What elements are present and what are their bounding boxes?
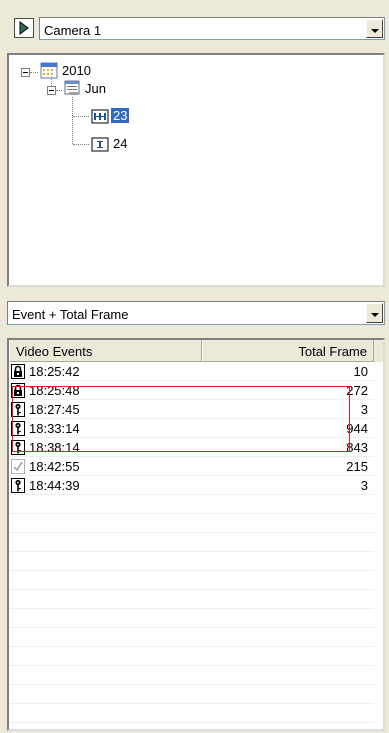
event-total-frame: 215: [346, 459, 368, 474]
calendar-year-icon: [40, 62, 58, 79]
event-time: 18:42:55: [29, 459, 80, 474]
year-collapse-toggle[interactable]: [21, 68, 30, 77]
event-time: 18:44:39: [29, 478, 80, 493]
events-list-header: Video Events Total Frame: [9, 340, 383, 362]
day-icon: [91, 109, 109, 124]
highlight-box: [12, 386, 350, 452]
play-icon: [16, 20, 32, 36]
table-row[interactable]: 18:44:39 3: [9, 476, 374, 495]
tree-node-year[interactable]: 2010: [60, 63, 93, 78]
checkmark-icon: [11, 459, 25, 474]
event-total-frame: 10: [353, 364, 368, 379]
camera-select[interactable]: Camera 1: [39, 17, 385, 40]
view-mode-select-dropdown-arrow[interactable]: [366, 303, 383, 323]
table-row[interactable]: 18:42:55 215: [9, 457, 374, 476]
day-icon: [91, 137, 109, 152]
event-total-frame: 3: [360, 478, 368, 493]
tree-node-month[interactable]: Jun: [83, 81, 108, 96]
view-mode-select-value: Event + Total Frame: [12, 307, 129, 322]
tree-node-day-23[interactable]: 23: [111, 108, 130, 123]
event-total-frame: 3: [360, 402, 368, 417]
tree-node-day-24[interactable]: 24: [111, 136, 129, 151]
date-tree: 2010 Jun 23 24: [7, 53, 385, 287]
play-button[interactable]: [14, 18, 34, 38]
month-collapse-toggle[interactable]: [47, 86, 56, 95]
view-mode-select[interactable]: Event + Total Frame: [7, 301, 385, 325]
camera-select-dropdown-arrow[interactable]: [366, 19, 383, 38]
camera-select-value: Camera 1: [44, 23, 102, 38]
column-header-video-events[interactable]: Video Events: [9, 340, 202, 362]
lock-icon: [11, 364, 25, 379]
column-header-total-frame[interactable]: Total Frame: [202, 340, 374, 362]
event-time: 18:25:42: [29, 364, 80, 379]
table-row[interactable]: 18:25:42 10: [9, 362, 374, 381]
calendar-month-icon: [64, 80, 80, 95]
key-icon: [11, 478, 25, 493]
